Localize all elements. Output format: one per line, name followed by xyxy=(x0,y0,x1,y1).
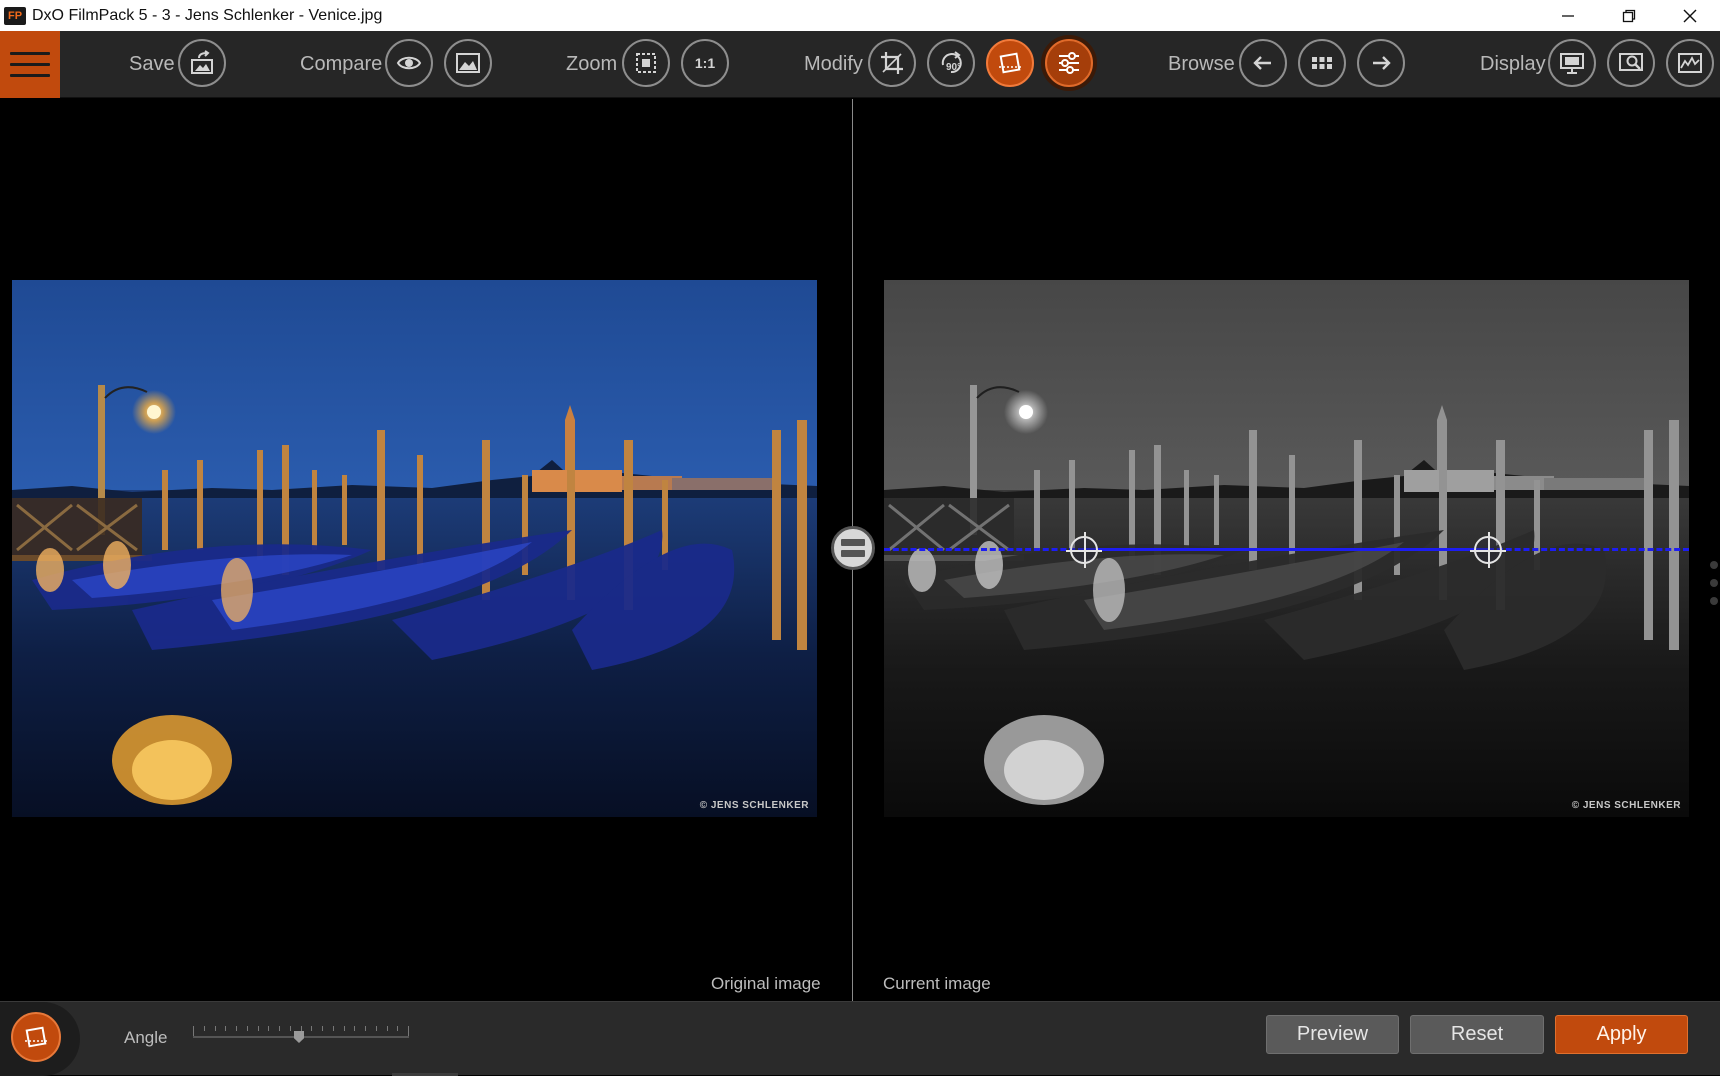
side-panel-handle[interactable] xyxy=(1710,561,1718,605)
angle-slider[interactable] xyxy=(193,1022,409,1046)
compare-label: Compare xyxy=(300,53,383,75)
loupe-icon xyxy=(1619,53,1643,71)
modify-label: Modify xyxy=(804,53,863,75)
image-viewer: © JENS SCHLENKER © JENS SCHLENKER Origin… xyxy=(0,99,1720,1001)
horizon-tool-icon xyxy=(25,1026,47,1048)
minimize-button[interactable] xyxy=(1537,0,1598,31)
reset-button[interactable]: Reset xyxy=(1410,1015,1544,1054)
angle-slider-thumb[interactable] xyxy=(294,1031,304,1043)
next-image-button[interactable] xyxy=(1357,39,1405,87)
eye-icon xyxy=(396,56,422,70)
rotate-90-text: 90° xyxy=(946,62,961,73)
export-button[interactable] xyxy=(178,39,226,87)
horizon-tool-button[interactable] xyxy=(986,39,1034,87)
window-title: DxO FilmPack 5 - 3 - Jens Schlenker - Ve… xyxy=(32,6,383,24)
minimize-icon xyxy=(1561,14,1574,17)
hamburger-icon xyxy=(10,52,50,55)
histogram-icon xyxy=(1678,53,1702,73)
current-image-label: Current image xyxy=(883,974,991,993)
image-icon xyxy=(456,53,480,73)
browse-label: Browse xyxy=(1168,53,1235,75)
grid-view-button[interactable] xyxy=(1298,39,1346,87)
zoom-100-text: 1:1 xyxy=(694,55,716,71)
venice-photo-current xyxy=(884,280,1689,817)
arrow-right-icon xyxy=(1373,56,1391,70)
split-view-handle[interactable] xyxy=(831,526,875,570)
photo-credit-current: © JENS SCHLENKER xyxy=(1571,800,1681,811)
monitor-icon xyxy=(1560,53,1584,74)
histogram-button[interactable] xyxy=(1666,39,1714,87)
settings-sliders-button[interactable] xyxy=(1045,39,1093,87)
original-image: © JENS SCHLENKER xyxy=(12,280,817,817)
zoom-fit-button[interactable] xyxy=(622,39,670,87)
restore-button[interactable] xyxy=(1598,0,1659,31)
compare-image-button[interactable] xyxy=(444,39,492,87)
angle-label: Angle xyxy=(124,1028,168,1047)
title-bar: FP DxO FilmPack 5 - 3 - Jens Schlenker -… xyxy=(0,0,1720,31)
export-image-icon xyxy=(191,50,213,74)
horizon-anchor-left[interactable] xyxy=(1066,532,1102,568)
venice-photo-original xyxy=(12,280,817,817)
crop-button[interactable] xyxy=(868,39,916,87)
close-icon xyxy=(1683,9,1696,22)
arrow-left-icon xyxy=(1253,56,1271,70)
tool-settings-panel: Angle Preview Reset Apply xyxy=(0,1001,1720,1076)
fullscreen-button[interactable] xyxy=(1548,39,1596,87)
photo-credit: © JENS SCHLENKER xyxy=(699,800,809,811)
rotate-90-button[interactable]: 90° xyxy=(927,39,975,87)
hamburger-menu-button[interactable] xyxy=(0,31,60,98)
preview-button[interactable]: Preview xyxy=(1266,1015,1399,1054)
loupe-button[interactable] xyxy=(1607,39,1655,87)
sliders-icon xyxy=(1059,52,1079,74)
zoom-fit-icon xyxy=(636,53,656,73)
compare-eye-button[interactable] xyxy=(385,39,433,87)
close-button[interactable] xyxy=(1659,0,1720,31)
horizon-icon xyxy=(999,52,1021,74)
display-label: Display xyxy=(1480,53,1546,75)
app-logo-icon: FP xyxy=(4,6,26,25)
grid-icon xyxy=(1312,57,1332,69)
restore-icon xyxy=(1622,9,1635,22)
zoom-100-button[interactable]: 1:1 xyxy=(681,39,729,87)
apply-button[interactable]: Apply xyxy=(1555,1015,1688,1054)
current-image: © JENS SCHLENKER xyxy=(884,280,1689,817)
active-tool-indicator[interactable] xyxy=(11,1012,61,1062)
window-controls xyxy=(1537,0,1720,31)
crop-icon xyxy=(881,52,903,74)
rotate-icon: 90° xyxy=(941,51,962,74)
previous-image-button[interactable] xyxy=(1239,39,1287,87)
save-label: Save xyxy=(129,53,175,75)
horizon-anchor-right[interactable] xyxy=(1470,532,1506,568)
zoom-label: Zoom xyxy=(566,53,618,75)
main-toolbar: Save Compare Zoom 1:1 Modify 90° Browse … xyxy=(0,31,1720,98)
original-image-label: Original image xyxy=(711,974,821,993)
